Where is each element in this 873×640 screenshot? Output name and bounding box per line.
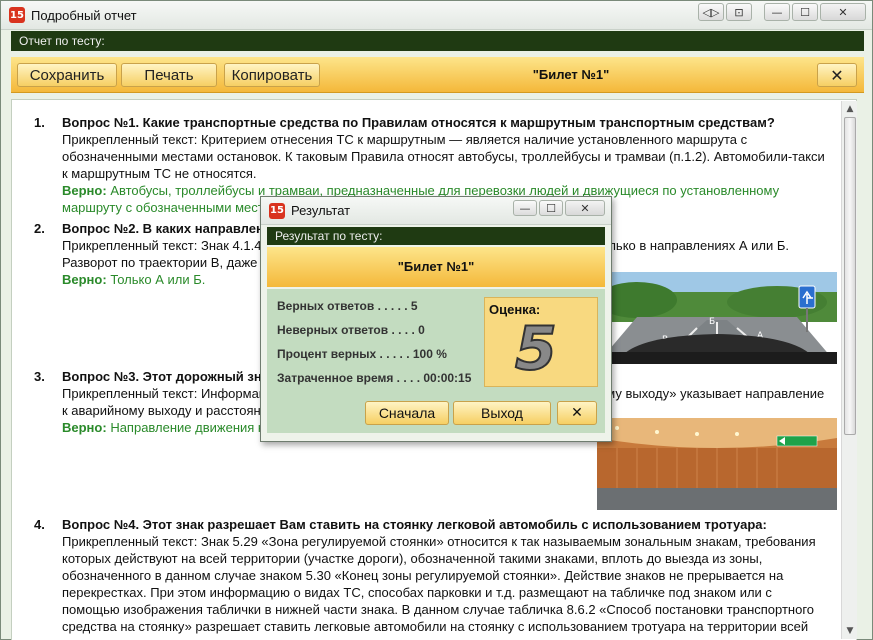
restart-button[interactable]: Сначала — [365, 401, 449, 425]
dialog-title: Результат — [291, 203, 351, 218]
dialog-title-bar: 15 Результат — ☐ ✕ — [261, 197, 611, 225]
question-number: 2. — [34, 221, 45, 236]
print-button[interactable]: Печать — [121, 63, 217, 87]
question-number: 4. — [34, 517, 45, 532]
minimize-button[interactable]: — — [764, 3, 790, 21]
dialog-subheader: Результат по тесту: — [267, 227, 605, 245]
grade-box: Оценка: 5 — [484, 297, 598, 387]
close-report-button[interactable]: ✕ — [817, 63, 857, 87]
dialog-close-button[interactable]: ✕ — [557, 401, 597, 425]
wrong-answers-stat: Неверных ответов . . . . 0 — [277, 323, 425, 337]
save-button[interactable]: Сохранить — [17, 63, 117, 87]
close-window-button[interactable]: ✕ — [820, 3, 866, 21]
ticket-title: "Билет №1" — [532, 67, 610, 82]
maximize-button[interactable]: ☐ — [792, 3, 818, 21]
question-number: 3. — [34, 369, 45, 384]
title-bar: 15 Подробный отчет ◁▷ ⊡ — ☐ ✕ — [1, 1, 872, 30]
app-icon: 15 — [9, 7, 25, 23]
restore-layout-button[interactable]: ⊡ — [726, 3, 752, 21]
dialog-maximize-button[interactable]: ☐ — [539, 200, 563, 216]
copy-button[interactable]: Копировать — [224, 63, 320, 87]
scroll-up-icon[interactable]: ▲ — [845, 104, 855, 114]
tunnel-exit-image — [597, 418, 837, 510]
question-number: 1. — [34, 115, 45, 130]
exit-button[interactable]: Выход — [453, 401, 551, 425]
scroll-down-icon[interactable]: ▼ — [845, 626, 855, 636]
correct-label: Верно: — [62, 183, 107, 198]
report-header: Отчет по тесту: — [11, 31, 864, 51]
correct-label: Верно: — [62, 272, 107, 287]
question-title: Вопрос №4. Этот знак разрешает Вам стави… — [62, 517, 767, 532]
percent-correct-stat: Процент верных . . . . . 100 % — [277, 347, 447, 361]
dialog-close-window-button[interactable]: ✕ — [565, 200, 605, 216]
dialog-results-panel: Верных ответов . . . . . 5 Неверных отве… — [267, 289, 605, 433]
window-title: Подробный отчет — [31, 7, 137, 23]
dialog-minimize-button[interactable]: — — [513, 200, 537, 216]
svg-text:Б: Б — [709, 317, 715, 327]
vertical-scrollbar[interactable]: ▲ ▼ — [841, 101, 857, 639]
time-spent-stat: Затраченное время . . . . 00:00:15 — [277, 371, 472, 385]
correct-text: Только А или Б. — [110, 272, 206, 287]
resize-arrows-button[interactable]: ◁▷ — [698, 3, 724, 21]
attached-text: Прикрепленный текст: Знак 5.29 «Зона рег… — [62, 534, 816, 634]
road-intersection-image: В Б А — [597, 272, 837, 364]
toolbar: Сохранить Печать Копировать "Билет №1" ✕ — [11, 57, 864, 93]
correct-label: Верно: — [62, 420, 107, 435]
scroll-thumb[interactable] — [844, 117, 856, 435]
dialog-ticket-title: "Билет №1" — [267, 247, 605, 287]
question-title: Вопрос №1. Какие транспортные средства п… — [62, 115, 775, 130]
app-icon: 15 — [269, 202, 285, 219]
correct-answers-stat: Верных ответов . . . . . 5 — [277, 299, 418, 313]
result-dialog: 15 Результат — ☐ ✕ Результат по тесту: "… — [260, 196, 612, 442]
grade-value: 5 — [514, 313, 558, 385]
question-4: 4. Вопрос №4. Этот знак разрешает Вам ст… — [34, 516, 832, 635]
attached-text: Прикрепленный текст: Критерием отнесения… — [62, 132, 825, 181]
